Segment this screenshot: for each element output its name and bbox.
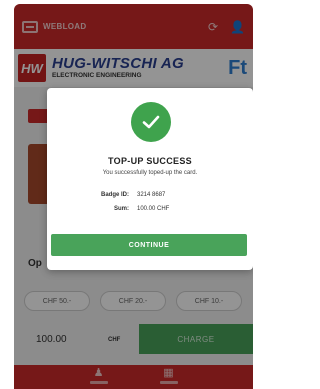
phone-screen: WEBLOAD ⟳ 👤 HW HUG-WITSCHI AG ELECTRONIC… <box>14 4 253 389</box>
success-dialog: TOP-UP SUCCESS You successfully toped-up… <box>47 88 253 270</box>
dialog-title: TOP-UP SUCCESS <box>108 156 192 166</box>
dialog-message: You successfully toped-up the card. <box>102 170 198 176</box>
sum-label: Sum: <box>114 206 129 212</box>
sum-row: Sum: 100.00 CHF <box>47 206 253 212</box>
badge-id-label: Badge ID: <box>100 192 129 198</box>
badge-id-value: 3214 8687 <box>137 192 166 198</box>
sum-value: 100.00 CHF <box>137 206 170 212</box>
badge-id-row: Badge ID: 3214 8687 <box>47 192 253 198</box>
check-icon <box>131 102 171 142</box>
continue-button[interactable]: CONTINUE <box>51 234 247 256</box>
